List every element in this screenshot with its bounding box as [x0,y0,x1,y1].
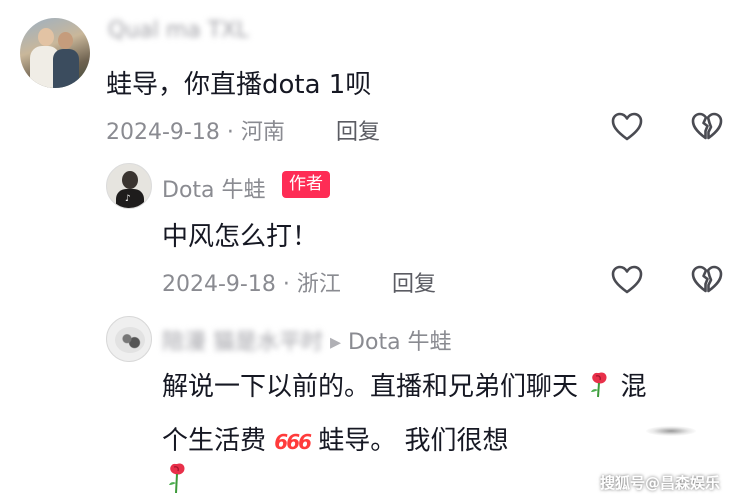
comment-text-line: 解说一下以前的。直播和兄弟们聊天 混 [162,366,647,406]
avatar-image [115,327,145,353]
author-badge: 作者 [282,171,330,198]
reply-to-username[interactable]: Dota 牛蛙 [348,330,452,355]
comment-text: 混 [620,372,647,402]
comment-username[interactable]: Dota 牛蛙 [162,172,266,204]
avatar[interactable] [20,18,90,88]
watermark: 搜狐号@昌森娱乐 [600,474,721,492]
avatar-person-head [122,171,138,189]
image-artifact [646,426,696,436]
broken-heart-outline-icon[interactable] [690,111,724,143]
avatar-person-body [53,49,79,88]
comment-username[interactable]: Qual ma TXL [108,18,249,43]
reply-arrow-icon: ▸ [330,330,342,355]
avatar-person-head [38,28,54,46]
tiktok-logo-icon: ♪ [125,194,131,204]
emoji-666: 666 [274,430,312,454]
heart-outline-icon[interactable] [610,264,644,296]
reply-button[interactable]: 回复 [336,114,380,146]
heart-outline-icon[interactable] [610,111,644,143]
avatar[interactable]: ♪ [106,163,152,209]
comment-reply-header: 陪漫 猫是水平时 ▸ Dota 牛蛙 [162,324,452,356]
rose-emoji-icon [164,460,190,498]
comment-text: 个生活费 [162,426,267,456]
rose-emoji-icon [586,369,612,406]
comment-text: 蛙导。 我们很想 [318,426,509,456]
comment-date-location: 2024-9-18 · 河南 [106,120,285,145]
comment-date-location: 2024-9-18 · 浙江 [162,272,341,297]
avatar-person-head [58,32,73,49]
reply-button[interactable]: 回复 [392,266,436,298]
broken-heart-outline-icon[interactable] [690,264,724,296]
comment-text-line: 个生活费 666 蛙导。 我们很想 [162,420,509,457]
comment-username[interactable]: 陪漫 猫是水平时 [162,330,323,355]
comment-text: 蛙导，你直播dota 1呗 [106,70,372,100]
comment-text: 解说一下以前的。直播和兄弟们聊天 [162,372,579,402]
avatar[interactable] [106,316,152,362]
comment-text: 中风怎么打！ [162,222,319,252]
